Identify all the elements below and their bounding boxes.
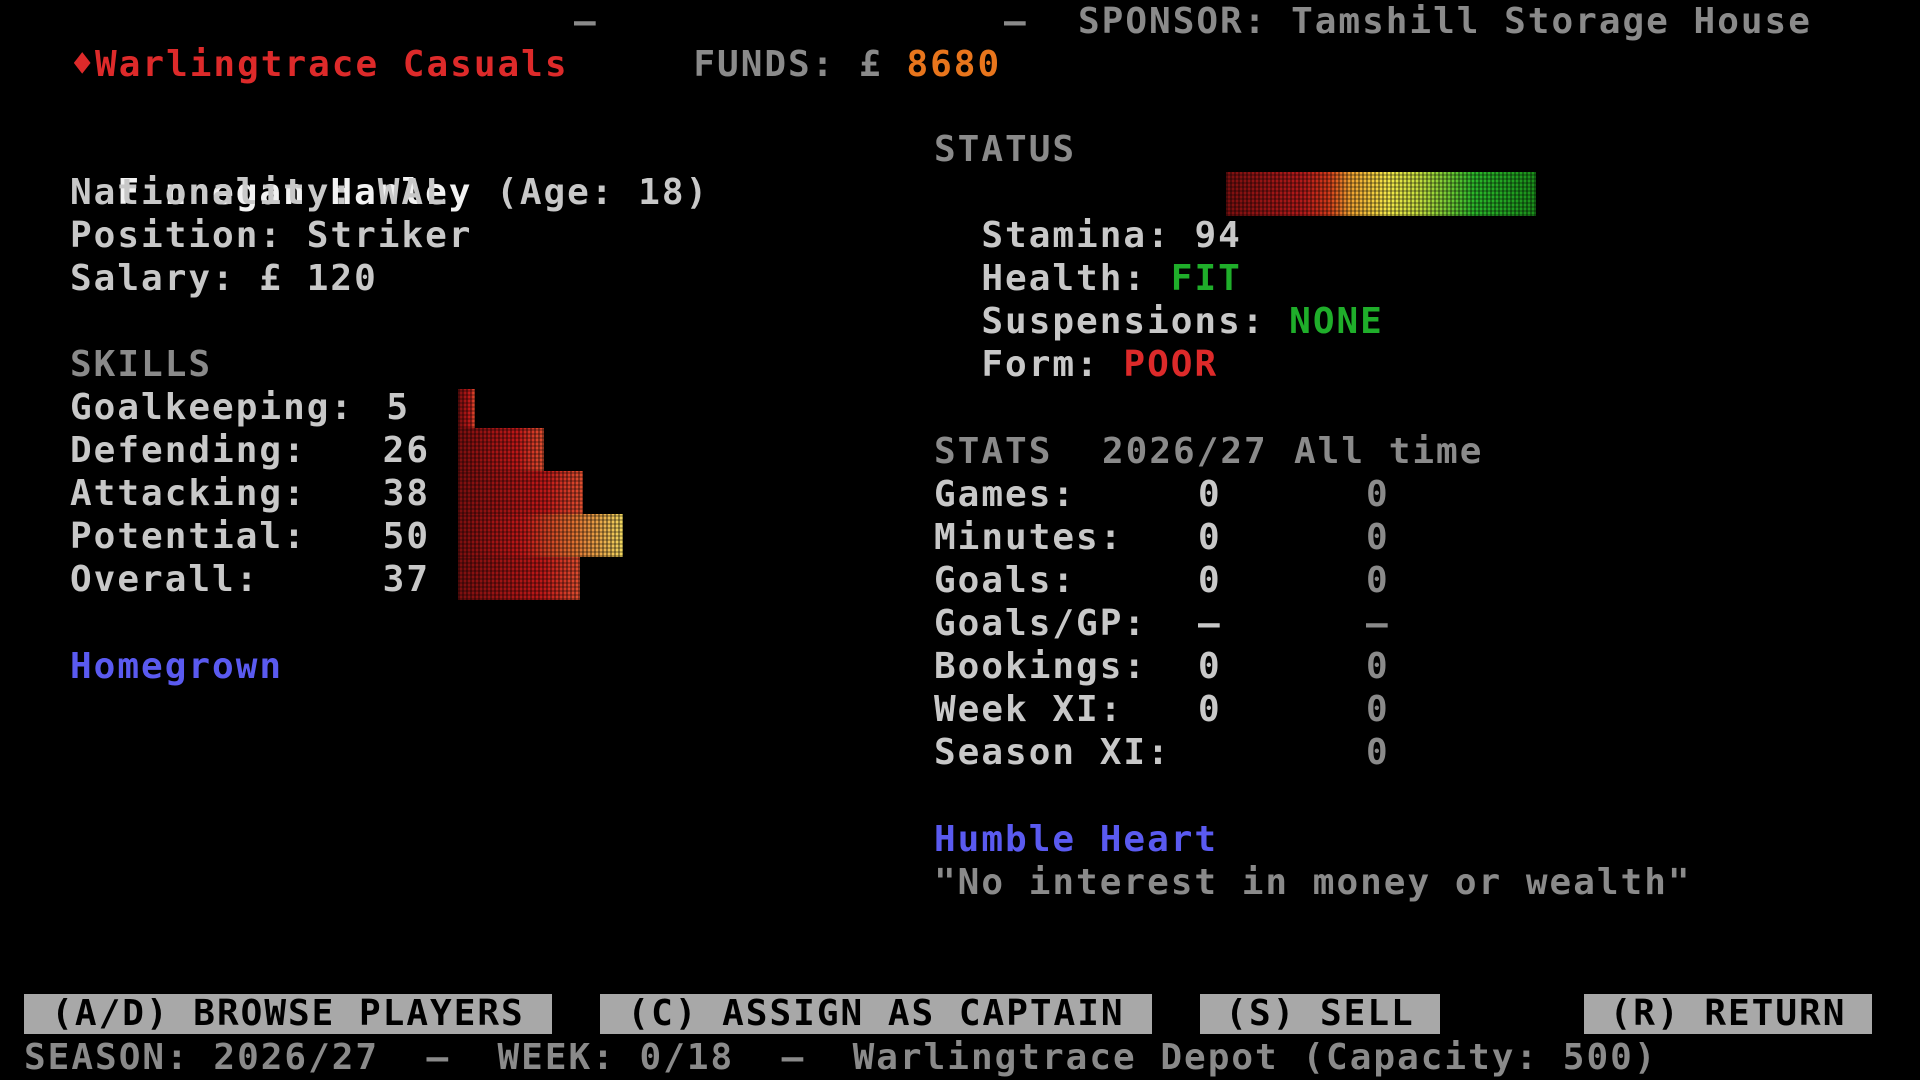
stamina-bar [1226, 172, 1536, 216]
funds-label: FUNDS: £ [693, 44, 883, 85]
stats-row-all: 0 [1366, 689, 1390, 730]
skill-label: Attacking: [70, 473, 307, 514]
skill-bar [458, 514, 623, 557]
skill-value: 38 [382, 473, 430, 514]
skill-label: Goalkeeping: [70, 387, 355, 428]
skill-bar [458, 557, 580, 600]
player-age: (Age: 18) [496, 172, 710, 213]
sponsor-label: SPONSOR: Tamshill Storage House [1078, 1, 1812, 42]
form-value: POOR [1123, 344, 1219, 385]
stats-col-season: 2026/27 [1102, 431, 1268, 472]
suspensions-value: NONE [1289, 301, 1384, 342]
stats-row-season: — [1198, 603, 1222, 644]
form-label: Form: [981, 344, 1100, 385]
club-name: Warlingtrace Casuals [95, 44, 569, 85]
status-heading: STATUS [934, 129, 1077, 170]
stats-row-label: Bookings: [934, 646, 1148, 687]
stats-row-season: 0 [1198, 646, 1222, 687]
header-separator: — [1004, 1, 1028, 42]
stats-row-season: 0 [1198, 517, 1222, 558]
stats-row-season: 0 [1198, 474, 1222, 515]
player-nationality: Nationality: WAL [70, 172, 449, 213]
stats-row-label: Games: [934, 474, 1077, 515]
skill-bar [458, 471, 583, 514]
stats-row-label: Season XI: [934, 732, 1171, 773]
skill-value: 26 [382, 430, 430, 471]
header-separator: — [574, 1, 598, 42]
skill-label: Defending: [70, 430, 307, 471]
player-salary: Salary: £ 120 [70, 258, 378, 299]
homegrown-tag: Homegrown [70, 646, 284, 687]
diamond-icon: ♦ [71, 44, 96, 85]
stats-row-all: 0 [1366, 560, 1390, 601]
footer-status: SEASON: 2026/27 — WEEK: 0/18 — Warlingtr… [24, 1037, 1658, 1078]
stats-row-label: Goals: [934, 560, 1077, 601]
funds-value: 8680 [906, 44, 1002, 85]
stats-row-label: Goals/GP: [934, 603, 1148, 644]
form-row: Form: POOR [934, 300, 1218, 386]
skill-value: 50 [382, 516, 430, 557]
return-button[interactable]: (R) RETURN [1584, 994, 1872, 1034]
stats-row-label: Minutes: [934, 517, 1124, 558]
stats-row-season: 0 [1198, 689, 1222, 730]
skills-heading: SKILLS [70, 344, 213, 385]
stats-row-all: 0 [1366, 646, 1390, 687]
stats-col-alltime: All time [1294, 431, 1484, 472]
assign-captain-button[interactable]: (C) ASSIGN AS CAPTAIN [600, 994, 1152, 1034]
trait-name: Humble Heart [934, 819, 1219, 860]
stats-row-all: 0 [1366, 517, 1390, 558]
browse-players-button[interactable]: (A/D) BROWSE PLAYERS [24, 994, 552, 1034]
skill-label: Overall: [70, 559, 260, 600]
stats-row-all: 0 [1366, 474, 1390, 515]
skill-bar [458, 389, 475, 428]
stats-row-all: 0 [1366, 732, 1390, 773]
skill-value: 5 [386, 387, 410, 428]
header-bar: ♦Warlingtrace Casuals [24, 0, 569, 86]
funds-display: FUNDS: £ 8680 [646, 0, 1001, 86]
stats-row-all: — [1366, 603, 1390, 644]
skill-value: 37 [382, 559, 430, 600]
stats-heading: STATS [934, 431, 1053, 472]
skill-label: Potential: [70, 516, 307, 557]
skill-bar [458, 428, 544, 471]
sell-button[interactable]: (S) SELL [1200, 994, 1440, 1034]
stats-row-season: 0 [1198, 560, 1222, 601]
stats-row-label: Week XI: [934, 689, 1124, 730]
player-position: Position: Striker [70, 215, 473, 256]
trait-quote: "No interest in money or wealth" [934, 862, 1692, 903]
